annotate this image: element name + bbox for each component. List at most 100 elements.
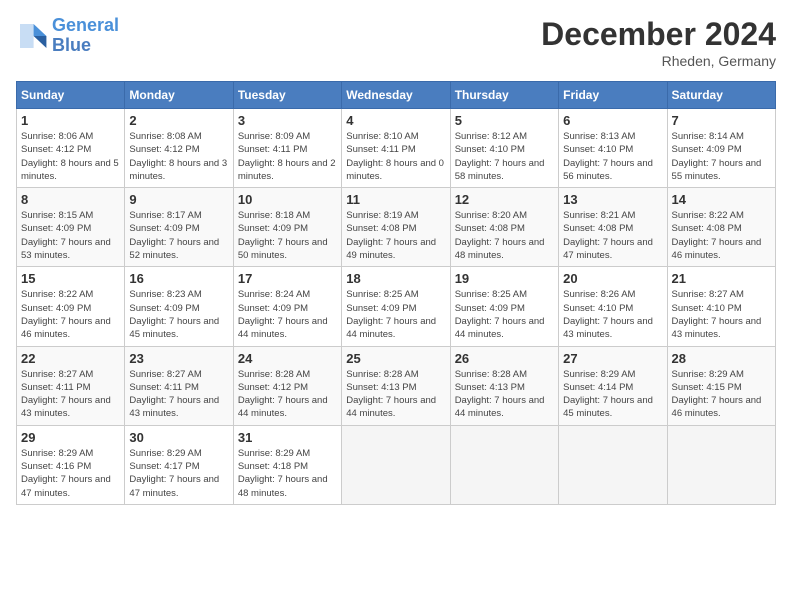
day-info: Sunrise: 8:27 AM Sunset: 4:11 PM Dayligh… bbox=[21, 368, 120, 421]
day-number: 13 bbox=[563, 192, 662, 207]
day-number: 26 bbox=[455, 351, 554, 366]
day-number: 9 bbox=[129, 192, 228, 207]
day-number: 18 bbox=[346, 271, 445, 286]
day-number: 19 bbox=[455, 271, 554, 286]
day-info: Sunrise: 8:21 AM Sunset: 4:08 PM Dayligh… bbox=[563, 209, 662, 262]
day-info: Sunrise: 8:20 AM Sunset: 4:08 PM Dayligh… bbox=[455, 209, 554, 262]
calendar-day-cell: 15 Sunrise: 8:22 AM Sunset: 4:09 PM Dayli… bbox=[17, 267, 125, 346]
day-info: Sunrise: 8:29 AM Sunset: 4:17 PM Dayligh… bbox=[129, 447, 228, 500]
day-number: 29 bbox=[21, 430, 120, 445]
calendar-day-cell: 21 Sunrise: 8:27 AM Sunset: 4:10 PM Dayli… bbox=[667, 267, 775, 346]
day-number: 16 bbox=[129, 271, 228, 286]
day-number: 24 bbox=[238, 351, 337, 366]
calendar-day-cell: 10 Sunrise: 8:18 AM Sunset: 4:09 PM Dayli… bbox=[233, 188, 341, 267]
page-header: General Blue December 2024 Rheden, Germa… bbox=[16, 16, 776, 69]
calendar-day-cell: 6 Sunrise: 8:13 AM Sunset: 4:10 PM Daylig… bbox=[559, 109, 667, 188]
day-info: Sunrise: 8:22 AM Sunset: 4:09 PM Dayligh… bbox=[21, 288, 120, 341]
day-info: Sunrise: 8:17 AM Sunset: 4:09 PM Dayligh… bbox=[129, 209, 228, 262]
day-info: Sunrise: 8:08 AM Sunset: 4:12 PM Dayligh… bbox=[129, 130, 228, 183]
day-info: Sunrise: 8:29 AM Sunset: 4:15 PM Dayligh… bbox=[672, 368, 771, 421]
weekday-header: Saturday bbox=[667, 82, 775, 109]
calendar-day-cell: 14 Sunrise: 8:22 AM Sunset: 4:08 PM Dayli… bbox=[667, 188, 775, 267]
weekday-header: Friday bbox=[559, 82, 667, 109]
day-info: Sunrise: 8:25 AM Sunset: 4:09 PM Dayligh… bbox=[346, 288, 445, 341]
weekday-header: Monday bbox=[125, 82, 233, 109]
day-info: Sunrise: 8:24 AM Sunset: 4:09 PM Dayligh… bbox=[238, 288, 337, 341]
calendar-week-row: 22 Sunrise: 8:27 AM Sunset: 4:11 PM Dayli… bbox=[17, 346, 776, 425]
day-info: Sunrise: 8:28 AM Sunset: 4:12 PM Dayligh… bbox=[238, 368, 337, 421]
weekday-header: Wednesday bbox=[342, 82, 450, 109]
day-number: 31 bbox=[238, 430, 337, 445]
day-number: 7 bbox=[672, 113, 771, 128]
calendar-day-cell: 1 Sunrise: 8:06 AM Sunset: 4:12 PM Daylig… bbox=[17, 109, 125, 188]
calendar-day-cell: 29 Sunrise: 8:29 AM Sunset: 4:16 PM Dayli… bbox=[17, 425, 125, 504]
day-number: 12 bbox=[455, 192, 554, 207]
day-info: Sunrise: 8:13 AM Sunset: 4:10 PM Dayligh… bbox=[563, 130, 662, 183]
day-number: 27 bbox=[563, 351, 662, 366]
day-info: Sunrise: 8:14 AM Sunset: 4:09 PM Dayligh… bbox=[672, 130, 771, 183]
location: Rheden, Germany bbox=[541, 53, 776, 69]
calendar-day-cell: 20Sunrise: 8:26 AM Sunset: 4:10 PM Dayli… bbox=[559, 267, 667, 346]
day-info: Sunrise: 8:09 AM Sunset: 4:11 PM Dayligh… bbox=[238, 130, 337, 183]
calendar-day-cell bbox=[450, 425, 558, 504]
day-info: Sunrise: 8:19 AM Sunset: 4:08 PM Dayligh… bbox=[346, 209, 445, 262]
day-number: 15 bbox=[21, 271, 120, 286]
day-info: Sunrise: 8:15 AM Sunset: 4:09 PM Dayligh… bbox=[21, 209, 120, 262]
calendar-day-cell: 16 Sunrise: 8:23 AM Sunset: 4:09 PM Dayli… bbox=[125, 267, 233, 346]
day-info: Sunrise: 8:10 AM Sunset: 4:11 PM Dayligh… bbox=[346, 130, 445, 183]
calendar-table: SundayMondayTuesdayWednesdayThursdayFrid… bbox=[16, 81, 776, 505]
day-info: Sunrise: 8:25 AM Sunset: 4:09 PM Dayligh… bbox=[455, 288, 554, 341]
logo-line2: Blue bbox=[52, 35, 91, 55]
logo-text: General Blue bbox=[52, 16, 119, 56]
day-number: 3 bbox=[238, 113, 337, 128]
day-number: 11 bbox=[346, 192, 445, 207]
logo-icon bbox=[16, 20, 48, 52]
day-number: 20 bbox=[563, 271, 662, 286]
day-info: Sunrise: 8:29 AM Sunset: 4:14 PM Dayligh… bbox=[563, 368, 662, 421]
calendar-week-row: 8 Sunrise: 8:15 AM Sunset: 4:09 PM Daylig… bbox=[17, 188, 776, 267]
day-info: Sunrise: 8:06 AM Sunset: 4:12 PM Dayligh… bbox=[21, 130, 120, 183]
calendar-day-cell bbox=[667, 425, 775, 504]
calendar-week-row: 29 Sunrise: 8:29 AM Sunset: 4:16 PM Dayli… bbox=[17, 425, 776, 504]
calendar-day-cell: 17Sunrise: 8:24 AM Sunset: 4:09 PM Dayli… bbox=[233, 267, 341, 346]
calendar-day-cell: 22 Sunrise: 8:27 AM Sunset: 4:11 PM Dayli… bbox=[17, 346, 125, 425]
day-info: Sunrise: 8:29 AM Sunset: 4:16 PM Dayligh… bbox=[21, 447, 120, 500]
calendar-day-cell: 18 Sunrise: 8:25 AM Sunset: 4:09 PM Dayli… bbox=[342, 267, 450, 346]
day-number: 8 bbox=[21, 192, 120, 207]
calendar-day-cell: 30Sunrise: 8:29 AM Sunset: 4:17 PM Dayli… bbox=[125, 425, 233, 504]
calendar-day-cell: 11 Sunrise: 8:19 AM Sunset: 4:08 PM Dayli… bbox=[342, 188, 450, 267]
day-info: Sunrise: 8:23 AM Sunset: 4:09 PM Dayligh… bbox=[129, 288, 228, 341]
calendar-day-cell: 27 Sunrise: 8:29 AM Sunset: 4:14 PM Dayli… bbox=[559, 346, 667, 425]
weekday-header: Sunday bbox=[17, 82, 125, 109]
day-number: 10 bbox=[238, 192, 337, 207]
calendar-week-row: 1 Sunrise: 8:06 AM Sunset: 4:12 PM Daylig… bbox=[17, 109, 776, 188]
calendar-day-cell: 8 Sunrise: 8:15 AM Sunset: 4:09 PM Daylig… bbox=[17, 188, 125, 267]
day-number: 1 bbox=[21, 113, 120, 128]
day-number: 21 bbox=[672, 271, 771, 286]
weekday-header-row: SundayMondayTuesdayWednesdayThursdayFrid… bbox=[17, 82, 776, 109]
day-info: Sunrise: 8:18 AM Sunset: 4:09 PM Dayligh… bbox=[238, 209, 337, 262]
day-info: Sunrise: 8:28 AM Sunset: 4:13 PM Dayligh… bbox=[455, 368, 554, 421]
day-info: Sunrise: 8:28 AM Sunset: 4:13 PM Dayligh… bbox=[346, 368, 445, 421]
calendar-day-cell: 24 Sunrise: 8:28 AM Sunset: 4:12 PM Dayli… bbox=[233, 346, 341, 425]
day-number: 4 bbox=[346, 113, 445, 128]
day-number: 22 bbox=[21, 351, 120, 366]
month-title: December 2024 bbox=[541, 16, 776, 53]
day-number: 23 bbox=[129, 351, 228, 366]
day-number: 28 bbox=[672, 351, 771, 366]
day-info: Sunrise: 8:22 AM Sunset: 4:08 PM Dayligh… bbox=[672, 209, 771, 262]
title-block: December 2024 Rheden, Germany bbox=[541, 16, 776, 69]
calendar-day-cell bbox=[559, 425, 667, 504]
calendar-day-cell: 4 Sunrise: 8:10 AM Sunset: 4:11 PM Daylig… bbox=[342, 109, 450, 188]
calendar-day-cell: 3 Sunrise: 8:09 AM Sunset: 4:11 PM Daylig… bbox=[233, 109, 341, 188]
calendar-day-cell: 26 Sunrise: 8:28 AM Sunset: 4:13 PM Dayli… bbox=[450, 346, 558, 425]
logo: General Blue bbox=[16, 16, 119, 56]
day-info: Sunrise: 8:27 AM Sunset: 4:10 PM Dayligh… bbox=[672, 288, 771, 341]
logo-line1: General bbox=[52, 15, 119, 35]
day-number: 14 bbox=[672, 192, 771, 207]
calendar-day-cell: 23Sunrise: 8:27 AM Sunset: 4:11 PM Dayli… bbox=[125, 346, 233, 425]
calendar-day-cell: 25Sunrise: 8:28 AM Sunset: 4:13 PM Dayli… bbox=[342, 346, 450, 425]
weekday-header: Thursday bbox=[450, 82, 558, 109]
day-number: 6 bbox=[563, 113, 662, 128]
calendar-day-cell bbox=[342, 425, 450, 504]
